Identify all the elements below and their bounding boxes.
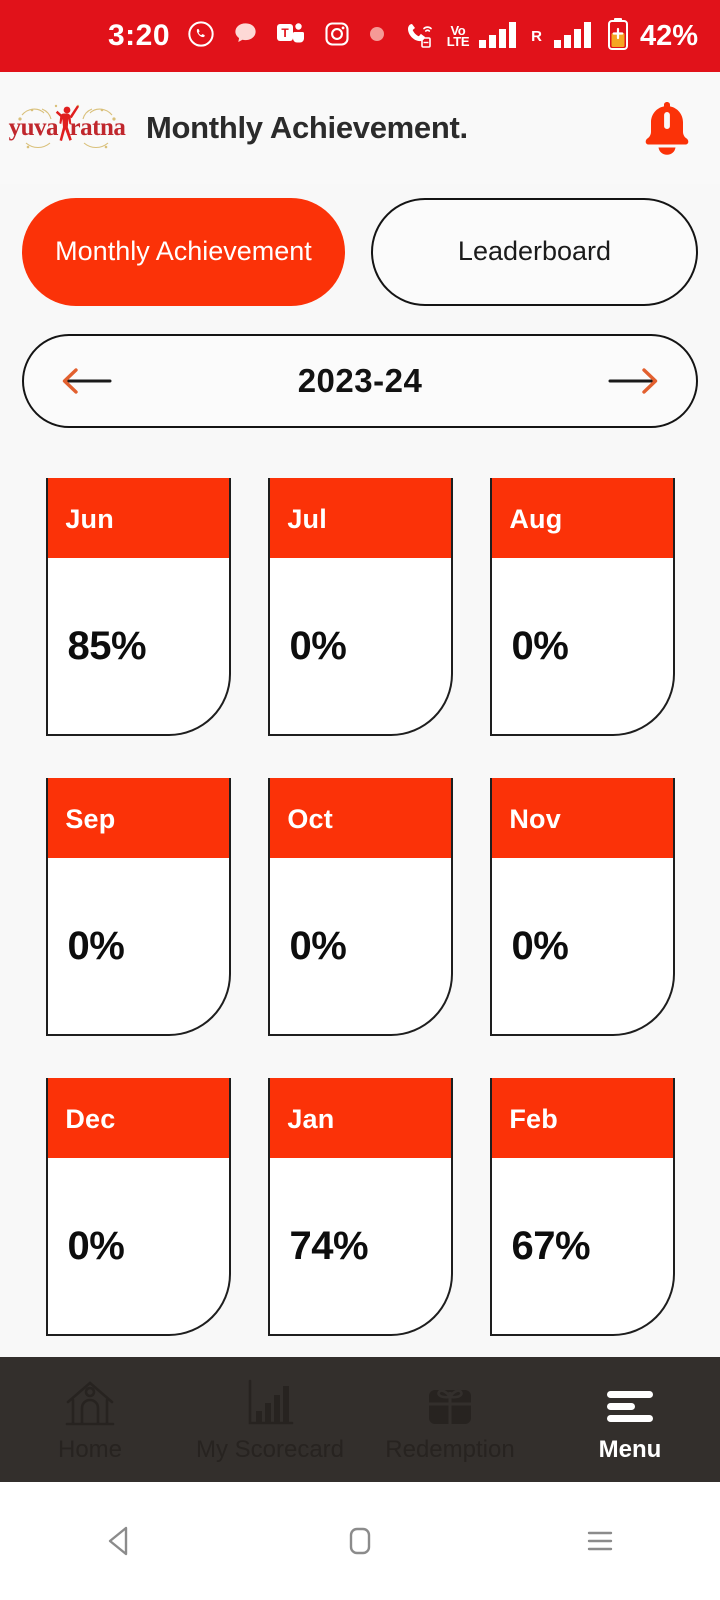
month-percentage: 0% bbox=[511, 623, 569, 668]
month-card[interactable]: Oct 0% bbox=[267, 778, 453, 1036]
month-card-body: 85% bbox=[48, 558, 229, 734]
month-card-header: Dec bbox=[47, 1078, 229, 1158]
month-name: Feb bbox=[509, 1103, 558, 1134]
nav-item-my-scorecard-label: My Scorecard bbox=[195, 1435, 345, 1463]
month-card-body: 0% bbox=[492, 558, 673, 734]
month-card-body: 0% bbox=[492, 858, 673, 1034]
month-card-header: Jul bbox=[269, 478, 451, 558]
status-bar-right: Vo LTE R 42% bbox=[404, 17, 698, 56]
month-percentage: 85% bbox=[67, 623, 147, 668]
month-card[interactable]: Nov 0% bbox=[489, 778, 675, 1036]
app-logo: yuva ratna bbox=[9, 97, 126, 159]
battery-charging-icon bbox=[606, 17, 630, 56]
month-card[interactable]: Sep 0% bbox=[45, 778, 231, 1036]
dot-icon bbox=[368, 25, 386, 48]
month-percentage: 0% bbox=[511, 923, 569, 968]
recents-button[interactable] bbox=[480, 1521, 720, 1561]
dancer-figure-icon bbox=[55, 105, 79, 141]
wifi-calling-icon bbox=[404, 19, 438, 54]
hamburger-menu-icon bbox=[602, 1376, 658, 1428]
nav-item-menu-label: Menu bbox=[598, 1435, 662, 1463]
battery-percentage: 42% bbox=[639, 19, 698, 52]
nav-item-redemption-label: Redemption bbox=[385, 1435, 515, 1463]
month-percentage: 0% bbox=[289, 923, 347, 968]
gift-icon bbox=[425, 1376, 475, 1428]
month-percentage: 74% bbox=[289, 1223, 369, 1268]
bottom-navigation: Home My Scorecard Redemption Menu bbox=[0, 1357, 720, 1482]
month-name: Aug bbox=[509, 503, 563, 534]
month-percentage: 0% bbox=[67, 1223, 125, 1268]
status-bar: 3:20 T Vo LTE R 42% bbox=[0, 0, 720, 72]
month-card-header: Aug bbox=[491, 478, 673, 558]
tab-leaderboard-label: Leaderboard bbox=[457, 236, 612, 267]
tab-leaderboard[interactable]: Leaderboard bbox=[371, 198, 698, 306]
month-name: Jan bbox=[287, 1103, 335, 1134]
month-card[interactable]: Jan 74% bbox=[267, 1078, 453, 1336]
bar-chart-icon bbox=[245, 1376, 295, 1428]
month-card-header: Oct bbox=[269, 778, 451, 858]
home-button[interactable] bbox=[240, 1521, 480, 1561]
month-card-header: Nov bbox=[491, 778, 673, 858]
nav-item-home-label: Home bbox=[57, 1435, 123, 1463]
status-bar-left: 3:20 T bbox=[108, 19, 386, 53]
whatsapp-icon bbox=[187, 20, 215, 53]
month-name: Dec bbox=[65, 1103, 116, 1134]
tab-bar: Monthly Achievement Leaderboard bbox=[0, 198, 720, 306]
month-percentage: 0% bbox=[67, 923, 125, 968]
status-time: 3:20 bbox=[108, 19, 171, 52]
tab-monthly-achievement-label: Monthly Achievement bbox=[55, 236, 312, 267]
month-percentage: 0% bbox=[289, 623, 347, 668]
tab-monthly-achievement[interactable]: Monthly Achievement bbox=[22, 198, 345, 306]
arrow-left-icon[interactable] bbox=[58, 364, 114, 398]
month-name: Nov bbox=[509, 803, 561, 834]
month-card[interactable]: Jul 0% bbox=[267, 478, 453, 736]
chat-bubble-icon bbox=[232, 20, 259, 52]
month-card[interactable]: Jun 85% bbox=[45, 478, 231, 736]
nav-item-menu[interactable]: Menu bbox=[540, 1357, 720, 1482]
month-card-header: Feb bbox=[491, 1078, 673, 1158]
page-title: Monthly Achievement. bbox=[146, 110, 468, 145]
nav-item-redemption[interactable]: Redemption bbox=[360, 1357, 540, 1482]
month-card-body: 0% bbox=[270, 858, 451, 1034]
month-name: Jul bbox=[287, 503, 327, 534]
home-square-icon bbox=[349, 1527, 371, 1555]
android-navigation-bar bbox=[0, 1482, 720, 1600]
month-card[interactable]: Aug 0% bbox=[489, 478, 675, 736]
month-card-body: 67% bbox=[492, 1158, 673, 1334]
recents-lines-icon bbox=[587, 1531, 613, 1551]
month-card-body: 0% bbox=[48, 858, 229, 1034]
app-header: yuva ratna Monthly Achievement. bbox=[0, 72, 720, 184]
year-selector: 2023-24 bbox=[22, 334, 698, 428]
signal-bars-icon bbox=[478, 19, 522, 54]
month-card-header: Sep bbox=[47, 778, 229, 858]
month-name: Oct bbox=[287, 803, 333, 834]
month-percentage: 67% bbox=[511, 1223, 591, 1268]
month-card-body: 0% bbox=[48, 1158, 229, 1334]
month-achievement-grid: Jun 85% Jul 0% Aug 0% Sep 0% Oct 0% Nov … bbox=[0, 478, 720, 1336]
notification-bell-icon[interactable] bbox=[640, 98, 694, 158]
month-card-header: Jun bbox=[47, 478, 229, 558]
nav-item-home[interactable]: Home bbox=[0, 1357, 180, 1482]
month-card-body: 0% bbox=[270, 558, 451, 734]
month-card-body: 74% bbox=[270, 1158, 451, 1334]
ms-teams-icon: T bbox=[276, 20, 306, 53]
home-icon bbox=[64, 1376, 116, 1428]
year-label: 2023-24 bbox=[297, 362, 423, 399]
arrow-right-icon[interactable] bbox=[606, 364, 662, 398]
month-card[interactable]: Dec 0% bbox=[45, 1078, 231, 1336]
month-card[interactable]: Feb 67% bbox=[489, 1078, 675, 1336]
back-button[interactable] bbox=[0, 1521, 240, 1561]
svg-text:T: T bbox=[281, 26, 289, 40]
month-name: Jun bbox=[65, 503, 114, 534]
instagram-icon bbox=[323, 20, 351, 53]
nav-item-my-scorecard[interactable]: My Scorecard bbox=[180, 1357, 360, 1482]
volte-icon: Vo LTE bbox=[446, 23, 470, 49]
month-name: Sep bbox=[65, 803, 116, 834]
roaming-indicator: R bbox=[531, 27, 542, 45]
back-triangle-icon bbox=[108, 1526, 128, 1556]
month-card-header: Jan bbox=[269, 1078, 451, 1158]
notification-button[interactable] bbox=[634, 98, 700, 158]
signal-bars-2-icon bbox=[553, 19, 597, 54]
